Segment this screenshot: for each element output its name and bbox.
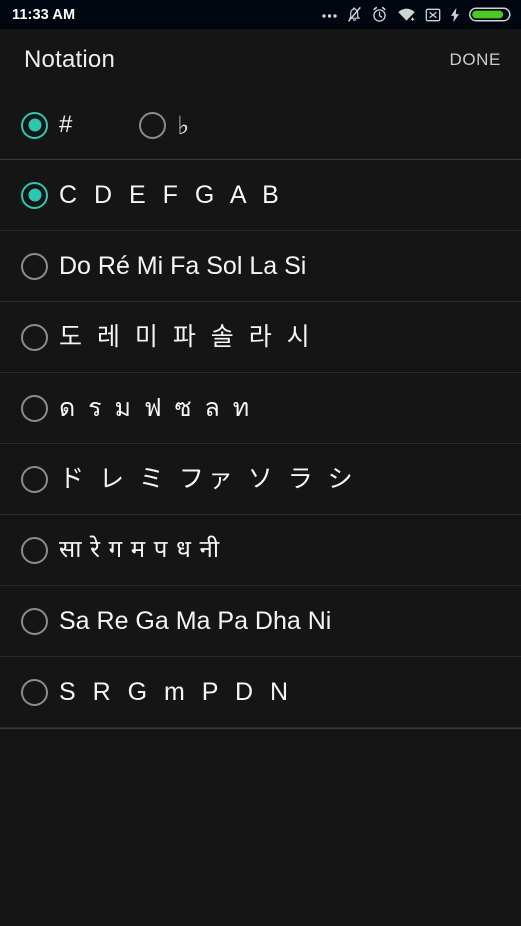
accidental-option-flat[interactable]: ♭ [139,111,190,140]
accidental-label-sharp: # [59,111,73,138]
list-item-label: Sa Re Ga Ma Pa Dha Ni [59,606,332,635]
list-item-label: ด ร ม ฟ ซ ล ท [59,393,253,422]
notifications-off-icon [347,6,362,23]
list-item-label: C D E F G A B [59,180,284,209]
status-bar: 11:33 AM [0,0,521,29]
radio-unselected-icon [21,536,48,564]
done-button[interactable]: DONE [449,50,501,70]
radio-selected-icon [21,111,48,139]
radio-unselected-icon [139,111,167,139]
list-item-label: सा रे ग म प ध नी [59,536,221,563]
radio-unselected-icon [21,465,48,493]
list-item[interactable]: ド レ ミ ファ ソ ラ シ [0,444,521,515]
list-item-label: Do Ré Mi Fa Sol La Si [59,251,307,280]
list-item[interactable]: सा रे ग म प ध नी [0,515,521,586]
radio-unselected-icon [21,678,48,706]
list-item-label: S R G m P D N [59,677,294,706]
notation-list: C D E F G A B Do Ré Mi Fa Sol La Si 도 레 … [0,160,521,728]
no-sim-icon [425,7,441,23]
list-item[interactable]: ด ร ม ฟ ซ ล ท [0,373,521,444]
charging-bolt-icon [450,7,460,23]
list-item-label: ド レ ミ ファ ソ ラ シ [59,464,357,493]
phone-screen: 11:33 AM Notation DONE # ♭ C D E F G A B… [0,0,521,926]
list-item-label: 도 레 미 파 솔 라 시 [59,322,314,351]
more-icon [321,7,338,23]
page-title: Notation [24,46,115,73]
list-item[interactable]: Do Ré Mi Fa Sol La Si [0,231,521,302]
wifi-icon [397,7,416,23]
list-item[interactable]: 도 레 미 파 솔 라 시 [0,302,521,373]
radio-unselected-icon [21,323,48,351]
radio-unselected-icon [21,252,48,280]
radio-unselected-icon [21,394,48,422]
radio-unselected-icon [21,607,48,635]
accidental-selector: # ♭ [0,91,521,159]
divider-bottom [0,728,521,729]
status-icons [321,6,511,23]
battery-icon [469,6,511,23]
status-clock: 11:33 AM [12,6,76,23]
radio-selected-icon [21,181,48,209]
accidental-label-flat: ♭ [177,111,190,140]
accidental-option-sharp[interactable]: # [21,111,73,139]
list-item[interactable]: Sa Re Ga Ma Pa Dha Ni [0,586,521,657]
alarm-icon [371,6,388,23]
list-item[interactable]: C D E F G A B [0,160,521,231]
app-bar: Notation DONE [0,29,521,91]
list-item[interactable]: S R G m P D N [0,657,521,728]
